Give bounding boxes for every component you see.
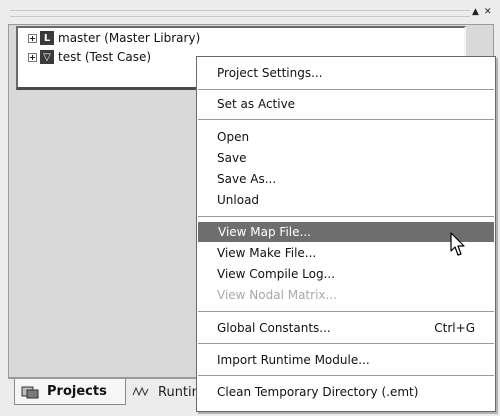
projects-icon [21, 385, 39, 399]
menu-separator [198, 216, 494, 217]
tab-projects[interactable]: Projects [14, 379, 126, 405]
menu-separator [198, 119, 494, 120]
shortcut-label: Ctrl+G [434, 321, 475, 335]
menu-separator [198, 89, 494, 90]
waveform-icon [132, 385, 150, 399]
menu-item-save-as[interactable]: Save As... [197, 169, 495, 189]
menu-separator [198, 343, 494, 344]
expand-plus-icon[interactable] [28, 52, 37, 62]
drag-grip[interactable] [10, 10, 470, 17]
tree-item-test[interactable]: ▽ test (Test Case) [28, 48, 151, 66]
mouse-cursor-icon [450, 232, 465, 256]
menu-item-project-settings[interactable]: Project Settings... [197, 63, 495, 83]
menu-item-clean-temp-dir[interactable]: Clean Temporary Directory (.emt) [197, 382, 495, 402]
tree-item-label: master (Master Library) [58, 31, 201, 45]
tree-item-master[interactable]: L master (Master Library) [28, 29, 200, 47]
tab-label: Runtim [158, 384, 198, 400]
test-case-icon: ▽ [40, 50, 54, 64]
menu-item-label: Global Constants... [217, 321, 331, 335]
tab-runtime[interactable]: Runtim [126, 379, 198, 405]
close-icon[interactable]: ✕ [484, 6, 492, 18]
menu-item-import-runtime-module[interactable]: Import Runtime Module... [197, 350, 495, 370]
menu-item-open[interactable]: Open [197, 127, 495, 147]
panel-title-bar: ▲ ✕ [0, 0, 500, 24]
menu-item-save[interactable]: Save [197, 148, 495, 168]
tab-label: Projects [47, 384, 107, 399]
menu-item-view-compile-log[interactable]: View Compile Log... [197, 264, 495, 284]
expand-plus-icon[interactable] [28, 33, 37, 43]
menu-item-view-nodal-matrix: View Nodal Matrix... [217, 288, 337, 302]
menu-item-global-constants[interactable]: Global Constants... Ctrl+G [197, 318, 495, 338]
menu-separator [198, 311, 494, 312]
tree-item-label: test (Test Case) [58, 50, 152, 64]
menu-item-unload[interactable]: Unload [197, 190, 495, 210]
menu-separator [198, 375, 494, 376]
library-icon: L [40, 31, 54, 45]
triangle-up-icon[interactable]: ▲ [472, 6, 479, 18]
menu-item-set-as-active[interactable]: Set as Active [197, 94, 495, 114]
